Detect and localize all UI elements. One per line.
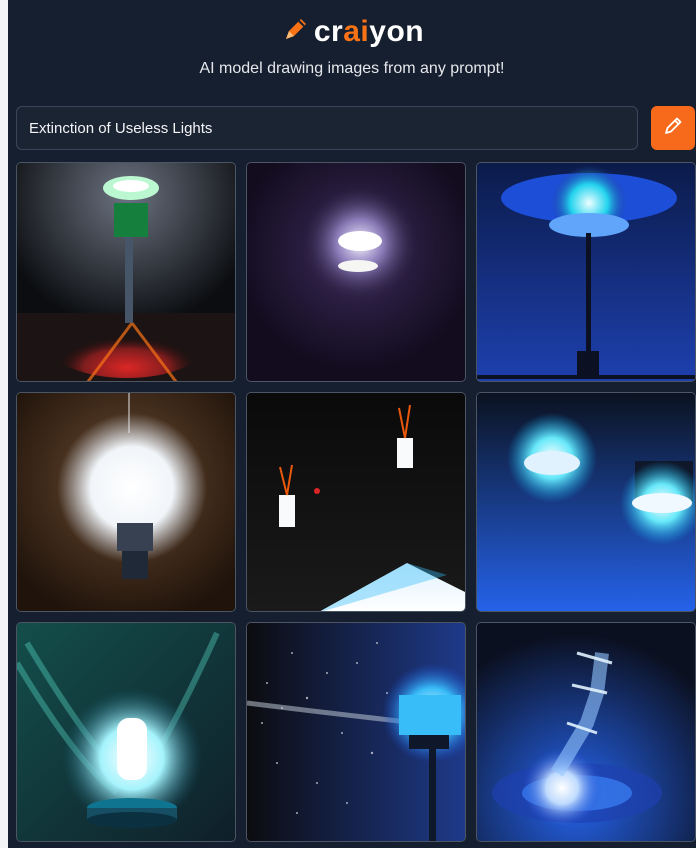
generated-image-5[interactable] <box>246 392 466 612</box>
pencil-logo-icon <box>280 15 310 50</box>
logo-wordmark: craiyon <box>313 15 425 48</box>
generated-image-6[interactable] <box>476 392 696 612</box>
craiyon-app: craiyon AI model drawing images from any… <box>8 0 696 848</box>
generated-image-3[interactable] <box>476 162 696 382</box>
generated-image-7[interactable] <box>16 622 236 842</box>
generated-image-2[interactable] <box>246 162 466 382</box>
left-edge-strip <box>0 0 8 848</box>
generated-image-1[interactable] <box>16 162 236 382</box>
generated-image-4[interactable] <box>16 392 236 612</box>
logo: craiyon <box>8 12 696 52</box>
tagline: AI model drawing images from any prompt! <box>199 60 505 77</box>
draw-button[interactable] <box>651 106 695 150</box>
generated-image-9[interactable] <box>476 622 696 842</box>
prompt-input[interactable]: Extinction of Useless Lights <box>16 106 638 150</box>
generated-image-8[interactable] <box>246 622 466 842</box>
pencil-icon <box>662 115 684 142</box>
